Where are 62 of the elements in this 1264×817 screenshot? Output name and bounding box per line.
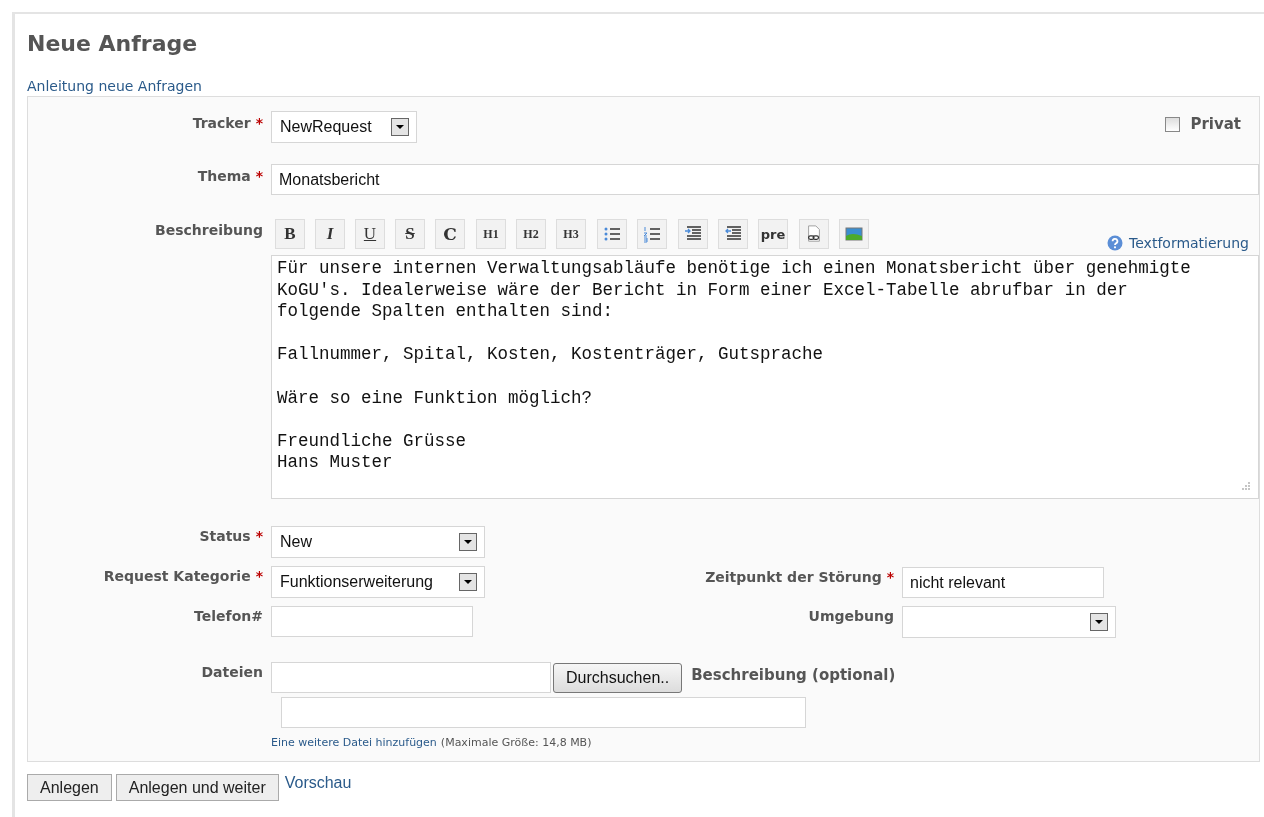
submit-button[interactable]: Anlegen: [27, 774, 112, 801]
format-button[interactable]: H3: [556, 219, 586, 249]
field-label: Status: [199, 528, 251, 544]
format-button[interactable]: pre: [758, 219, 788, 249]
text-formatting-link[interactable]: Textformatierung: [1129, 235, 1249, 251]
field-label: Request Kategorie: [103, 568, 251, 584]
add-file-link[interactable]: Eine weitere Datei hinzufügen: [271, 736, 437, 749]
format-button[interactable]: [637, 219, 667, 249]
format-button[interactable]: S: [395, 219, 425, 249]
dropdown[interactable]: Funktionserweiterung: [271, 566, 485, 598]
tracker-select[interactable]: NewRequest: [271, 111, 417, 143]
required-mark: *: [255, 568, 263, 584]
outdent-icon: [724, 225, 742, 243]
format-button[interactable]: [597, 219, 627, 249]
numbered-list-icon: [643, 225, 661, 243]
required-mark: *: [255, 115, 263, 131]
required-mark: *: [255, 168, 263, 184]
format-button[interactable]: [799, 219, 829, 249]
format-button[interactable]: I: [315, 219, 345, 249]
caret-icon: [391, 118, 409, 136]
field-label: Telefon#: [194, 608, 263, 624]
caret-icon: [1090, 613, 1108, 631]
format-button[interactable]: C: [435, 219, 465, 249]
required-mark: *: [255, 528, 263, 544]
field-label: Beschreibung: [155, 222, 263, 238]
field-label: Zeitpunkt der Störung: [705, 569, 882, 585]
dropdown[interactable]: New: [271, 526, 485, 558]
max-size-note: (Maximale Größe: 14,8 MB): [440, 736, 592, 749]
help-icon: [1107, 235, 1124, 251]
input-field[interactable]: [271, 606, 473, 637]
format-button[interactable]: B: [275, 219, 305, 249]
browse-button[interactable]: Durchsuchen..: [553, 662, 683, 693]
image-icon: [845, 225, 863, 243]
indent-icon: [684, 225, 702, 243]
field-label: Umgebung: [808, 608, 894, 624]
field-label: Thema: [197, 168, 251, 184]
field-label: Beschreibung (optional): [691, 665, 896, 684]
submit-button[interactable]: Anlegen und weiter: [115, 774, 279, 801]
format-button[interactable]: H1: [476, 219, 506, 249]
required-mark: *: [886, 569, 894, 585]
input-field[interactable]: nicht relevant: [902, 567, 1104, 598]
description-field[interactable]: Für unsere internen Verwaltungsabläufe benötige ich einen Monatsbericht über genehmigte KoGU's. Idealerweise wäre der Bericht in Form einer Excel-Tabelle abrufbar in der folgende Spalten enthalten sind: Fallnummer, Spital, Kosten, Kostenträger, Gutsprache Wäre so eine Funktion möglich? Freundliche Grüsse Hans Muster: [271, 255, 1259, 499]
format-button[interactable]: H2: [516, 219, 546, 249]
resize-grip-icon[interactable]: [1241, 481, 1251, 491]
subject-field[interactable]: Monatsbericht: [271, 164, 1259, 195]
caret-icon: [459, 533, 477, 551]
preview-link[interactable]: Vorschau: [284, 774, 352, 792]
file-description-field[interactable]: [281, 697, 806, 728]
help-link[interactable]: Anleitung neue Anfragen: [27, 78, 202, 94]
link-icon: [805, 225, 823, 243]
field-label: Dateien: [201, 664, 263, 680]
format-button[interactable]: U: [355, 219, 385, 249]
private-label: Privat: [1190, 115, 1241, 133]
caret-icon: [459, 573, 477, 591]
field-label: Tracker: [192, 115, 251, 131]
format-button[interactable]: [678, 219, 708, 249]
file-field[interactable]: [271, 662, 551, 693]
bullet-list-icon: [603, 225, 621, 243]
page-title: Neue Anfrage: [27, 30, 199, 58]
format-button[interactable]: [839, 219, 869, 249]
private-checkbox[interactable]: [1165, 116, 1181, 132]
format-button[interactable]: [718, 219, 748, 249]
